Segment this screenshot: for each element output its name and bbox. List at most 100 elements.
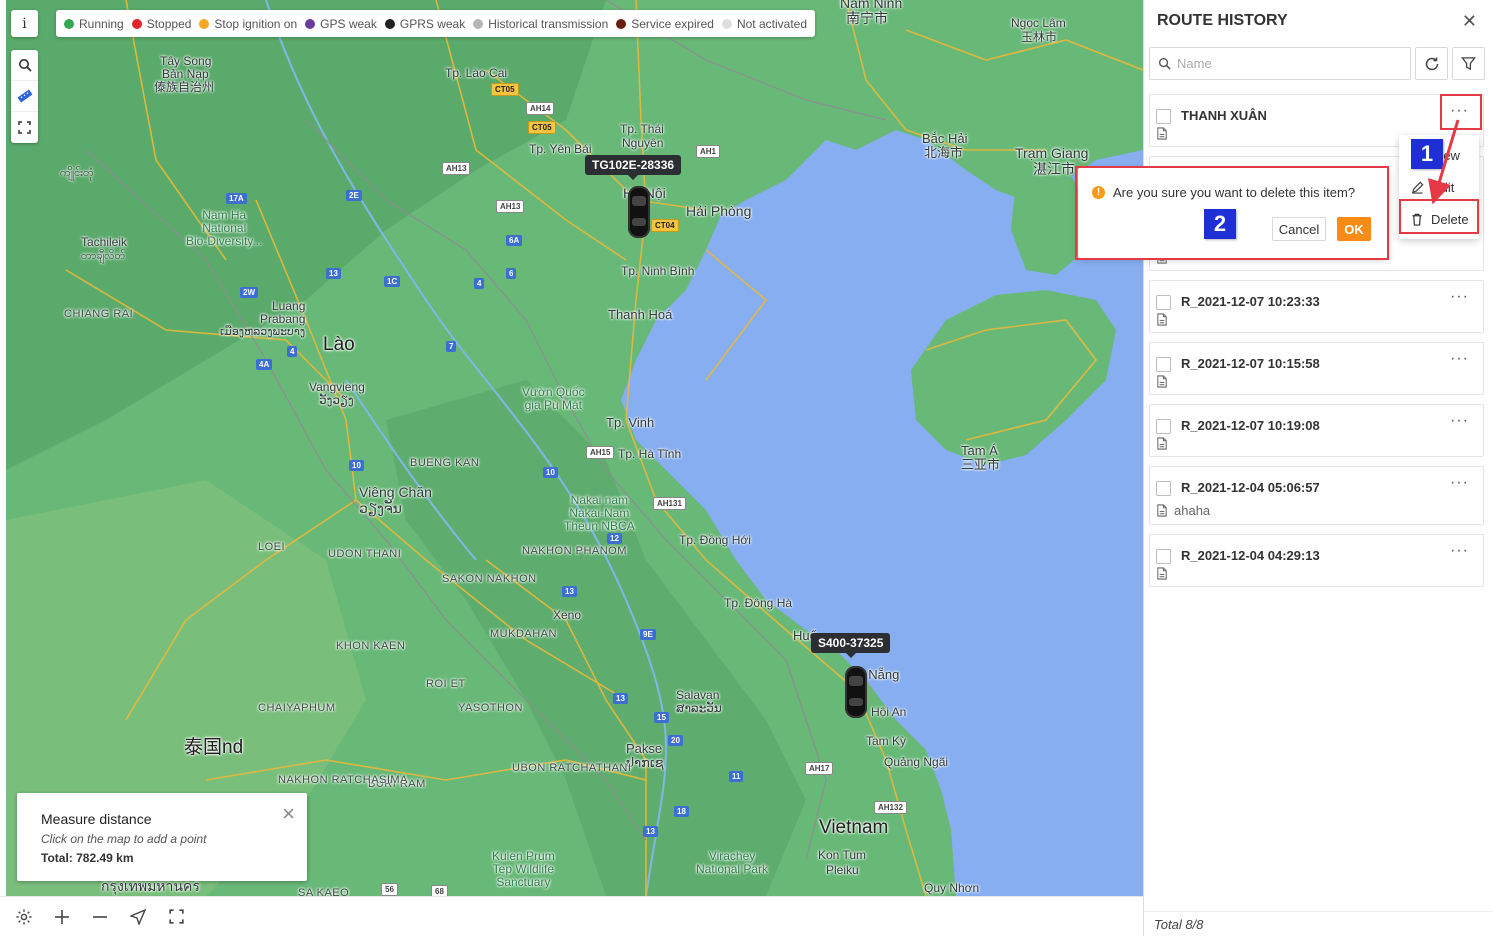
warning-icon: !: [1092, 186, 1105, 199]
region-label: UBON RATCHATHANI: [512, 762, 632, 774]
city-label-luangprabang-lao: ເມືອງຫລວງພະບາງ: [220, 326, 306, 338]
locate-arrow-icon[interactable]: [128, 907, 148, 927]
close-icon[interactable]: ×: [282, 803, 295, 825]
country-label-laos: Lào: [323, 334, 355, 355]
note-row: [1156, 127, 1174, 140]
city-label-xeno: Xeno: [553, 608, 582, 622]
road-badge: 13: [643, 826, 658, 837]
city-label-tachileik: Tachileik: [81, 235, 128, 249]
city-label-tamky: Tam Kỳ: [866, 734, 907, 748]
route-card[interactable]: R_2021-12-07 10:19:08 ···: [1149, 404, 1484, 457]
route-checkbox[interactable]: [1156, 481, 1171, 496]
vehicle-plate-tag[interactable]: S400-37325: [811, 633, 891, 658]
route-card[interactable]: R_2021-12-04 04:29:13 ···: [1149, 534, 1484, 587]
city-label-sanya-cn: 三亚市: [961, 457, 1001, 472]
park-label: Kulen Prum Tep Wildlife Sanctuary: [492, 849, 555, 890]
more-options-icon[interactable]: ···: [1450, 288, 1469, 306]
route-card[interactable]: R_2021-12-07 10:15:58 ···: [1149, 342, 1484, 395]
route-name: R_2021-12-04 05:06:57: [1181, 480, 1320, 495]
city-label-ngoclam: Ngọc Lâm: [1011, 16, 1066, 30]
note-row: ahaha: [1156, 503, 1210, 518]
document-icon: [1157, 437, 1167, 450]
menu-item-delete[interactable]: Delete: [1399, 203, 1479, 235]
legend-label: Running: [79, 16, 124, 31]
refresh-button[interactable]: [1415, 47, 1448, 80]
legend-label: GPS weak: [320, 16, 377, 31]
route-card[interactable]: R_2021-12-04 05:06:57 ··· ahaha: [1149, 466, 1484, 525]
search-input[interactable]: [1177, 56, 1377, 71]
ruler-icon[interactable]: [11, 81, 38, 112]
route-checkbox[interactable]: [1156, 357, 1171, 372]
city-label-luangprabang-2: Prabang: [260, 312, 306, 326]
legend-item: Stopped: [131, 16, 192, 31]
road-badge: 17A: [226, 193, 247, 204]
search-box[interactable]: [1149, 47, 1411, 80]
more-options-icon[interactable]: ···: [1450, 412, 1469, 430]
fullscreen-icon[interactable]: [11, 112, 38, 143]
zoom-in-icon[interactable]: [52, 907, 72, 927]
road-badge: 20: [668, 735, 683, 746]
vehicle-marker-icon[interactable]: [628, 186, 650, 238]
route-card[interactable]: R_2021-12-07 10:23:33 ···: [1149, 280, 1484, 333]
road-badge: 10: [543, 467, 558, 478]
city-label-taysong-cn: 傣族自治州: [154, 80, 215, 94]
map-bottom-toolbar: [0, 896, 1143, 936]
road-badge: 6: [506, 268, 517, 279]
road-badge: AH14: [526, 102, 555, 115]
road-badge: CT05: [528, 121, 556, 134]
more-options-icon[interactable]: ···: [1450, 102, 1469, 120]
more-options-icon[interactable]: ···: [1450, 542, 1469, 560]
search-icon[interactable]: [11, 50, 38, 81]
park-label: Vườn Quốc gia Pù Mát: [522, 385, 585, 413]
info-button[interactable]: i: [11, 10, 38, 37]
filter-icon: [1461, 57, 1476, 71]
road-badge: AH15: [586, 446, 615, 459]
zoom-out-icon[interactable]: [90, 907, 110, 927]
legend-dot-icon: [473, 18, 484, 29]
route-checkbox[interactable]: [1156, 419, 1171, 434]
route-name: R_2021-12-07 10:19:08: [1181, 418, 1320, 433]
legend-label: GPRS weak: [399, 16, 466, 31]
settings-gear-icon[interactable]: [14, 907, 34, 927]
route-name: R_2021-12-04 04:29:13: [1181, 548, 1320, 563]
park-label: Nakai nam Nakai-Nam Theun NBCA: [564, 493, 635, 534]
route-checkbox[interactable]: [1156, 109, 1171, 124]
road-badge: 6A: [506, 235, 523, 246]
region-label: ROI ET: [426, 678, 466, 690]
city-label-ninhbinh: Tp. Ninh Bình: [621, 264, 695, 278]
more-options-icon[interactable]: ···: [1450, 350, 1469, 368]
panel-header: ROUTE HISTORY ✕: [1144, 0, 1493, 42]
route-name: THANH XUÂN: [1181, 108, 1267, 123]
fullscreen-icon[interactable]: [166, 907, 186, 927]
note-row: [1156, 437, 1174, 450]
map-canvas[interactable]: Lào Vietnam 泰国nd Hà Nội Hải Phòng Viêng …: [6, 0, 1143, 896]
legend-item: Not activated: [721, 17, 807, 31]
route-checkbox[interactable]: [1156, 295, 1171, 310]
more-options-icon[interactable]: ···: [1450, 474, 1469, 492]
menu-item-edit[interactable]: Edit: [1399, 171, 1479, 203]
region-label: NAKHON PHANOM: [522, 545, 627, 557]
close-icon[interactable]: ✕: [1462, 11, 1477, 32]
city-label-yenbai: Tp. Yên Bái: [529, 142, 592, 156]
city-label-zhanjiang-cn: 湛江市: [1033, 161, 1075, 177]
filter-button[interactable]: [1452, 47, 1485, 80]
legend-item: GPS weak: [305, 17, 377, 31]
vehicle-plate-tag[interactable]: TG102E-28336: [585, 155, 682, 180]
city-label-zhanjiang: Trạm Giang: [1015, 145, 1089, 161]
road-badge: 13: [613, 693, 628, 704]
cancel-button[interactable]: Cancel: [1272, 217, 1326, 241]
city-label-dongha: Tp. Đông Hà: [724, 596, 793, 610]
vehicle-marker-icon[interactable]: [845, 666, 867, 718]
route-checkbox[interactable]: [1156, 549, 1171, 564]
city-label-ngoclam-cn: 玉林市: [1021, 30, 1058, 44]
annotation-step-2: 2: [1204, 209, 1236, 239]
city-label-donghoi: Tp. Đồng Hới: [679, 533, 751, 547]
measure-total: Total: 782.49 km: [41, 851, 134, 865]
total-count: Total 8/8: [1144, 911, 1493, 936]
legend-label: Stopped: [146, 16, 192, 31]
city-label-vinh: Tp. Vinh: [606, 415, 655, 430]
document-icon: [1157, 567, 1167, 580]
ok-button[interactable]: OK: [1337, 217, 1371, 241]
search-row: [1149, 47, 1485, 80]
road-badge: 11: [729, 771, 744, 782]
